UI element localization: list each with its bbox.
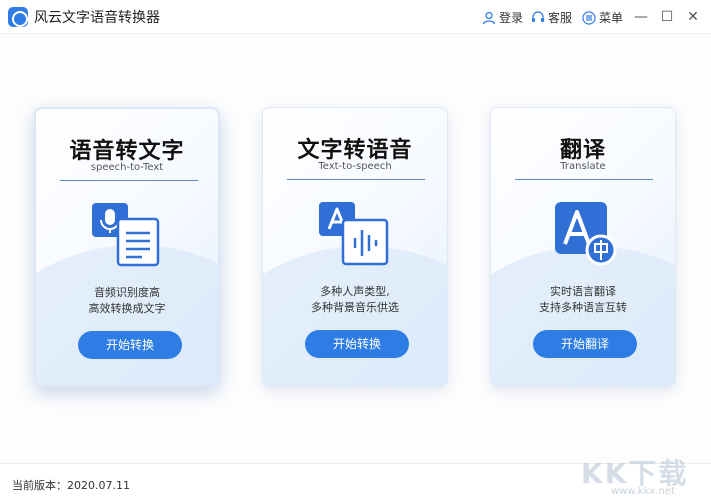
start-translate-button[interactable]: 开始翻译 [533, 330, 637, 358]
card-title: 语音转文字 [69, 139, 185, 164]
main-area: 语音转文字 speech-to-Text 音频识别度高 高效转换成文字 开始转换… [0, 35, 711, 463]
card-desc-line: 音频识别度高 [94, 286, 160, 299]
login-button[interactable]: 登录 [482, 9, 523, 26]
card-title: 文字转语音 [297, 138, 413, 163]
mic-to-text-icon [92, 203, 160, 267]
card-desc-line: 高效转换成文字 [88, 302, 166, 315]
close-button[interactable]: ✕ [682, 6, 704, 28]
minimize-button[interactable]: — [630, 6, 652, 28]
card-subtitle: Translate [560, 161, 606, 172]
start-convert-button[interactable]: 开始转换 [305, 330, 409, 358]
card-description: 多种人声类型, 多种背景音乐供选 [263, 284, 447, 316]
card-translate[interactable]: 翻译 Translate 实时语言翻译 支持多种语言互转 开始翻译 [490, 107, 676, 387]
app-logo-icon [8, 7, 28, 27]
headset-icon [532, 10, 544, 22]
card-subtitle: speech-to-Text [90, 162, 164, 173]
card-description: 实时语言翻译 支持多种语言互转 [491, 284, 675, 316]
maximize-button[interactable]: ☐ [656, 6, 678, 28]
card-subtitle: Text-to-speech [318, 161, 392, 172]
card-description: 音频识别度高 高效转换成文字 [36, 285, 218, 317]
menu-button[interactable]: 菜单 [582, 9, 623, 26]
card-speech-to-text[interactable]: 语音转文字 speech-to-Text 音频识别度高 高效转换成文字 开始转换 [34, 107, 220, 387]
card-text-to-speech[interactable]: 文字转语音 Text-to-speech 多种人声类型, 多种背景音乐供选 开始… [262, 107, 448, 387]
service-label: 客服 [548, 11, 573, 25]
card-desc-line: 支持多种语言互转 [539, 301, 627, 314]
watermark: KK下载 www.kkx.net [581, 452, 701, 500]
menu-label: 菜单 [599, 11, 624, 25]
text-to-speech-icon [319, 202, 389, 266]
divider [60, 180, 198, 181]
start-convert-button[interactable]: 开始转换 [78, 331, 182, 359]
title-bar: 风云文字语音转换器 登录 客服 菜单 — ☐ ✕ [0, 0, 711, 34]
user-icon [482, 11, 496, 24]
card-desc-line: 多种人声类型, [320, 285, 390, 298]
divider [287, 179, 425, 180]
app-title: 风云文字语音转换器 [34, 10, 160, 26]
translate-icon [555, 202, 617, 266]
service-button[interactable]: 客服 [531, 9, 572, 26]
watermark-url: www.kkx.net [611, 486, 675, 497]
version-label: 当前版本：2020.07.11 [12, 479, 130, 492]
divider [515, 179, 653, 180]
card-desc-line: 实时语言翻译 [550, 285, 616, 298]
card-desc-line: 多种背景音乐供选 [311, 301, 399, 314]
menu-icon [582, 10, 596, 25]
login-label: 登录 [499, 11, 524, 25]
card-title: 翻译 [559, 138, 606, 163]
